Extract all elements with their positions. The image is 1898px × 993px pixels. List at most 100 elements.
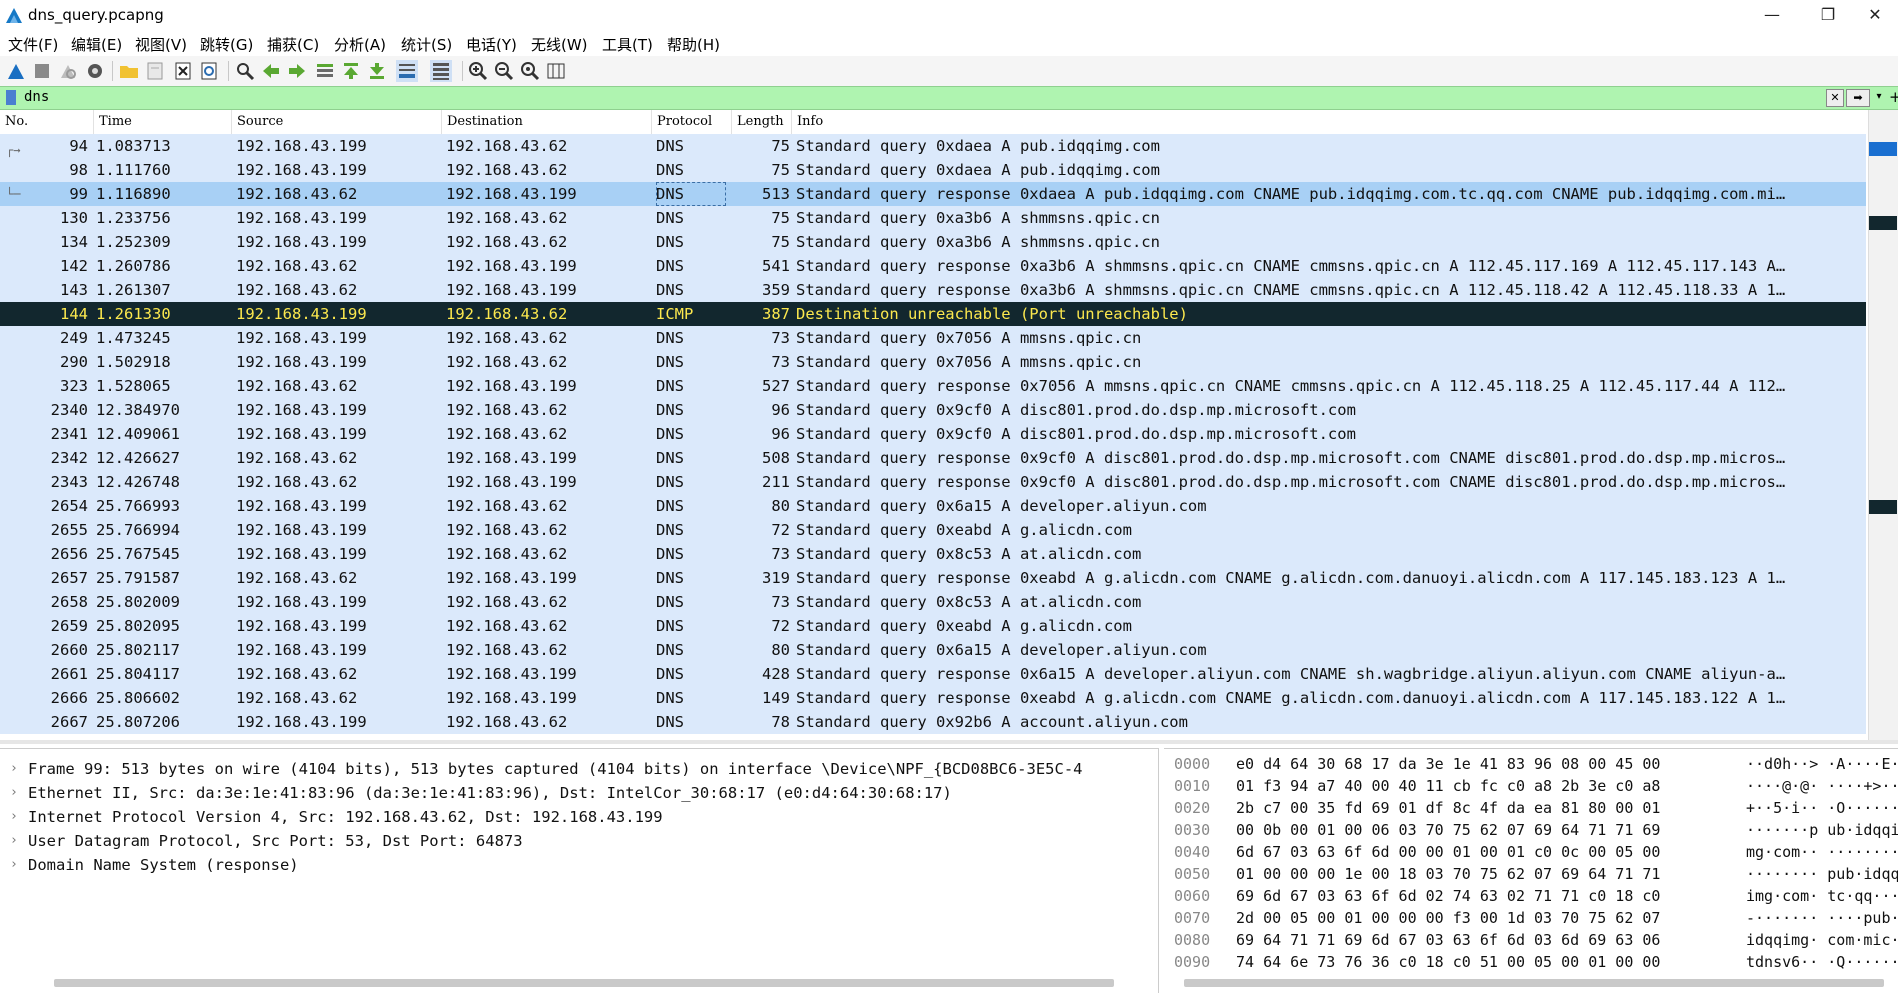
hex-offset[interactable]: 0050 — [1174, 863, 1210, 885]
colorize-icon[interactable] — [430, 60, 452, 82]
menu-edit[interactable]: 编辑(E) — [71, 34, 122, 55]
column-header-protocol[interactable]: Protocol — [652, 110, 732, 134]
packet-list-scrollbar[interactable] — [1868, 110, 1898, 740]
hex-bytes[interactable]: 2b c7 00 35 fd 69 01 df 8c 4f da ea 81 8… — [1236, 797, 1660, 819]
column-header-info[interactable]: Info — [792, 110, 1866, 134]
hex-bytes[interactable]: 2d 00 05 00 01 00 00 00 f3 00 1d 03 70 7… — [1236, 907, 1660, 929]
add-filter-button[interactable]: + — [1889, 88, 1898, 106]
details-horizontal-scrollbar[interactable] — [54, 979, 1114, 987]
go-to-packet-icon[interactable] — [314, 60, 336, 82]
hex-ascii[interactable]: ····@·@· ····+>·· — [1746, 775, 1898, 797]
hex-ascii[interactable]: img·com· tc·qq··· — [1746, 885, 1898, 907]
hex-ascii[interactable]: -······· ····pub· — [1746, 907, 1898, 929]
hex-offset[interactable]: 0060 — [1174, 885, 1210, 907]
restart-capture-icon[interactable] — [57, 60, 79, 82]
hex-offset[interactable]: 0090 — [1174, 951, 1210, 973]
close-file-icon[interactable] — [172, 60, 194, 82]
hex-offset[interactable]: 0070 — [1174, 907, 1210, 929]
chevron-right-icon[interactable]: › — [10, 781, 18, 805]
open-file-icon[interactable] — [118, 60, 140, 82]
chevron-right-icon[interactable]: › — [10, 757, 18, 781]
menu-capture[interactable]: 捕获(C) — [267, 34, 319, 55]
packet-row[interactable]: 94 1.083713 192.168.43.199 192.168.43.62 DNS… — [0, 134, 1866, 158]
chevron-right-icon[interactable]: › — [10, 853, 18, 877]
menu-analyze[interactable]: 分析(A) — [334, 34, 386, 55]
menu-go[interactable]: 跳转(G) — [200, 34, 253, 55]
hex-offset[interactable]: 0030 — [1174, 819, 1210, 841]
hex-bytes[interactable]: 74 64 6e 73 76 36 c0 18 c0 51 00 05 00 0… — [1236, 951, 1660, 973]
packet-row[interactable]: 2660 25.802117 192.168.43.199 192.168.43.62… — [0, 638, 1866, 662]
menu-tools[interactable]: 工具(T) — [602, 34, 653, 55]
hex-offset[interactable]: 0040 — [1174, 841, 1210, 863]
packet-row[interactable]: 2657 25.791587 192.168.43.62 192.168.43.199… — [0, 566, 1866, 590]
hex-bytes[interactable]: 69 64 71 71 69 6d 67 03 63 6f 6d 03 6d 6… — [1236, 929, 1660, 951]
packet-row[interactable]: 2655 25.766994 192.168.43.199 192.168.43.62… — [0, 518, 1866, 542]
packet-row[interactable]: 2659 25.802095 192.168.43.199 192.168.43.62… — [0, 614, 1866, 638]
column-header-no[interactable]: No. — [0, 110, 94, 134]
packet-row[interactable]: 2341 12.409061 192.168.43.199 192.168.43.62… — [0, 422, 1866, 446]
display-filter-input[interactable]: dns — [24, 89, 49, 105]
hex-offset[interactable]: 0010 — [1174, 775, 1210, 797]
menu-help[interactable]: 帮助(H) — [667, 34, 720, 55]
hex-bytes[interactable]: 01 f3 94 a7 40 00 40 11 cb fc c0 a8 2b 3… — [1236, 775, 1660, 797]
packet-row[interactable]: 99 1.116890 192.168.43.62 192.168.43.199 DNS… — [0, 182, 1866, 206]
close-window-button[interactable]: ✕ — [1852, 0, 1898, 30]
menu-wireless[interactable]: 无线(W) — [531, 34, 588, 55]
menu-view[interactable]: 视图(V) — [135, 34, 187, 55]
zoom-out-icon[interactable] — [493, 60, 515, 82]
clear-filter-button[interactable]: ✕ — [1826, 89, 1844, 107]
go-last-icon[interactable] — [366, 60, 388, 82]
minimize-button[interactable]: — — [1744, 0, 1800, 30]
hex-offset[interactable]: 0000 — [1174, 753, 1210, 775]
resize-columns-icon[interactable] — [545, 60, 567, 82]
maximize-button[interactable]: ❐ — [1800, 0, 1856, 30]
find-packet-icon[interactable] — [234, 60, 256, 82]
packet-row[interactable]: 143 1.261307 192.168.43.62 192.168.43.199 DN… — [0, 278, 1866, 302]
hex-ascii[interactable]: ········ pub·idqq — [1746, 863, 1898, 885]
chevron-right-icon[interactable]: › — [10, 805, 18, 829]
packet-row[interactable]: 98 1.111760 192.168.43.199 192.168.43.62 DNS… — [0, 158, 1866, 182]
shark-fin-start-icon[interactable] — [5, 60, 27, 82]
hex-ascii[interactable]: mg·com·· ········ — [1746, 841, 1898, 863]
packet-row[interactable]: 2667 25.807206 192.168.43.199 192.168.43.62… — [0, 710, 1866, 734]
packet-row[interactable]: 2658 25.802009 192.168.43.199 192.168.43.62… — [0, 590, 1866, 614]
packet-row[interactable]: 130 1.233756 192.168.43.199 192.168.43.62 DN… — [0, 206, 1866, 230]
hex-offset[interactable]: 0080 — [1174, 929, 1210, 951]
hex-bytes[interactable]: 6d 67 03 63 6f 6d 00 00 01 00 01 c0 0c 0… — [1236, 841, 1660, 863]
packet-row[interactable]: 2654 25.766993 192.168.43.199 192.168.43.62… — [0, 494, 1866, 518]
hex-ascii[interactable]: ·······p ub·idqqi — [1746, 819, 1898, 841]
column-header-length[interactable]: Length — [732, 110, 792, 134]
packet-row[interactable]: 2342 12.426627 192.168.43.62 192.168.43.199… — [0, 446, 1866, 470]
hex-bytes[interactable]: 69 6d 67 03 63 6f 6d 02 74 63 02 71 71 c… — [1236, 885, 1660, 907]
save-file-icon[interactable] — [144, 60, 166, 82]
hex-ascii[interactable]: ··d0h··> ·A····E· — [1746, 753, 1898, 775]
hex-bytes[interactable]: e0 d4 64 30 68 17 da 3e 1e 41 83 96 08 0… — [1236, 753, 1660, 775]
packet-row[interactable]: 2656 25.767545 192.168.43.199 192.168.43.62… — [0, 542, 1866, 566]
packet-row[interactable]: 142 1.260786 192.168.43.62 192.168.43.199 DN… — [0, 254, 1866, 278]
go-first-icon[interactable] — [340, 60, 362, 82]
menu-file[interactable]: 文件(F) — [8, 34, 58, 55]
packet-row[interactable]: 249 1.473245 192.168.43.199 192.168.43.62 DN… — [0, 326, 1866, 350]
packet-row[interactable]: 2340 12.384970 192.168.43.199 192.168.43.62… — [0, 398, 1866, 422]
stop-capture-icon[interactable] — [31, 60, 53, 82]
column-header-source[interactable]: Source — [232, 110, 442, 134]
auto-scroll-icon[interactable] — [396, 60, 418, 82]
hex-ascii[interactable]: +··5·i·· ·O······ — [1746, 797, 1898, 819]
bytes-horizontal-scrollbar[interactable] — [1184, 979, 1884, 987]
packet-row[interactable]: 2343 12.426748 192.168.43.62 192.168.43.199… — [0, 470, 1866, 494]
hex-ascii[interactable]: tdnsv6·· ·Q······ — [1746, 951, 1898, 973]
column-header-time[interactable]: Time — [94, 110, 232, 134]
packet-row[interactable]: 290 1.502918 192.168.43.199 192.168.43.62 DN… — [0, 350, 1866, 374]
hex-bytes[interactable]: 00 0b 00 01 00 06 03 70 75 62 07 69 64 7… — [1236, 819, 1660, 841]
zoom-normal-icon[interactable] — [519, 60, 541, 82]
hex-offset[interactable]: 0020 — [1174, 797, 1210, 819]
chevron-down-icon[interactable]: ▾ — [1872, 89, 1886, 105]
packet-row[interactable]: 144 1.261330 192.168.43.199 192.168.43.62 IC… — [0, 302, 1866, 326]
packet-row[interactable]: 134 1.252309 192.168.43.199 192.168.43.62 DN… — [0, 230, 1866, 254]
hex-ascii[interactable]: idqqimg· com·mic· — [1746, 929, 1898, 951]
menu-statistics[interactable]: 统计(S) — [401, 34, 452, 55]
bookmark-icon[interactable] — [6, 90, 16, 105]
pane-splitter[interactable] — [0, 740, 1898, 744]
hex-bytes[interactable]: 01 00 00 00 1e 00 18 03 70 75 62 07 69 6… — [1236, 863, 1660, 885]
go-back-icon[interactable] — [260, 60, 282, 82]
